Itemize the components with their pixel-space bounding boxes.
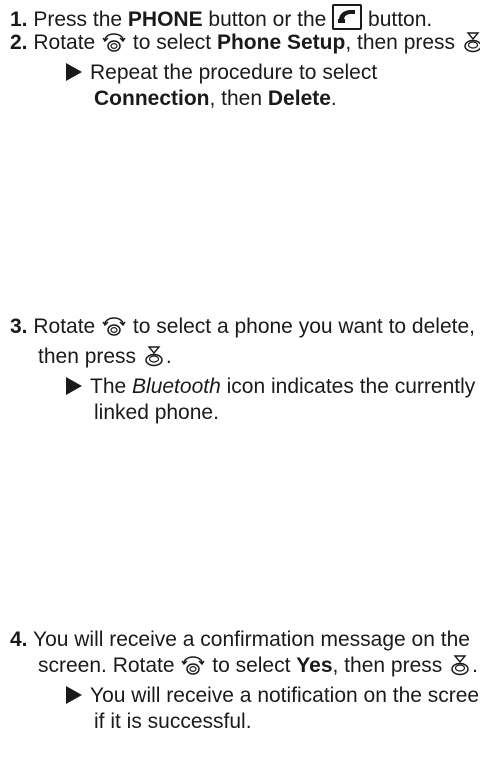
- rotate-knob-icon: [101, 31, 127, 60]
- triangle-marker-icon: [66, 377, 82, 395]
- step-text: .: [165, 345, 172, 368]
- step-text: , then press: [332, 654, 449, 677]
- step-text: to select: [206, 654, 297, 677]
- note-text: , then: [209, 87, 268, 110]
- triangle-marker-icon: [66, 63, 82, 81]
- note-text: You will receive a notification on the s…: [90, 684, 480, 733]
- bluetooth-label: Bluetooth: [132, 375, 221, 398]
- step-text: , then press: [345, 31, 461, 54]
- press-knob-icon: [142, 345, 166, 374]
- step-text: Rotate: [33, 31, 102, 54]
- step-1: 1. Press the PHONE button or the button.: [10, 4, 480, 33]
- connection-label: Connection: [94, 87, 210, 110]
- phone-handset-icon: [332, 4, 363, 30]
- yes-label: Yes: [296, 654, 333, 677]
- triangle-marker-icon: [66, 686, 82, 704]
- press-knob-icon: [461, 31, 480, 60]
- step-text: .: [472, 654, 478, 677]
- step-number: 2.: [10, 31, 28, 54]
- step-text: Rotate: [33, 315, 102, 338]
- step-3: 3. Rotate to select a phone you want to …: [10, 314, 480, 426]
- note-text: The: [90, 375, 133, 398]
- press-knob-icon: [448, 654, 472, 683]
- step-text: button or the: [202, 8, 333, 31]
- delete-label: Delete: [267, 87, 331, 110]
- step-text: button.: [362, 8, 433, 31]
- note-text: .: [330, 87, 337, 110]
- step-2-note: Repeat the procedure to select Connectio…: [66, 60, 480, 112]
- step-number: 3.: [10, 315, 28, 338]
- instruction-page: 1. Press the PHONE button or the button.…: [0, 0, 480, 763]
- rotate-knob-icon: [101, 315, 127, 344]
- step-number: 4.: [10, 628, 28, 651]
- step-4: 4. You will receive a confirmation messa…: [10, 627, 480, 735]
- phone-label: PHONE: [127, 8, 203, 31]
- step-text: Press the: [33, 8, 128, 31]
- step-2: 2. Rotate to select Phone Setup, then pr…: [10, 30, 480, 112]
- phone-setup-label: Phone Setup: [216, 31, 346, 54]
- step-text: to select: [127, 31, 217, 54]
- step-4-note: You will receive a notification on the s…: [66, 683, 480, 735]
- note-text: Repeat the procedure to select: [90, 61, 378, 84]
- step-3-note: The Bluetooth icon indicates the current…: [66, 374, 480, 426]
- rotate-knob-icon: [180, 654, 206, 683]
- step-number: 1.: [10, 8, 28, 31]
